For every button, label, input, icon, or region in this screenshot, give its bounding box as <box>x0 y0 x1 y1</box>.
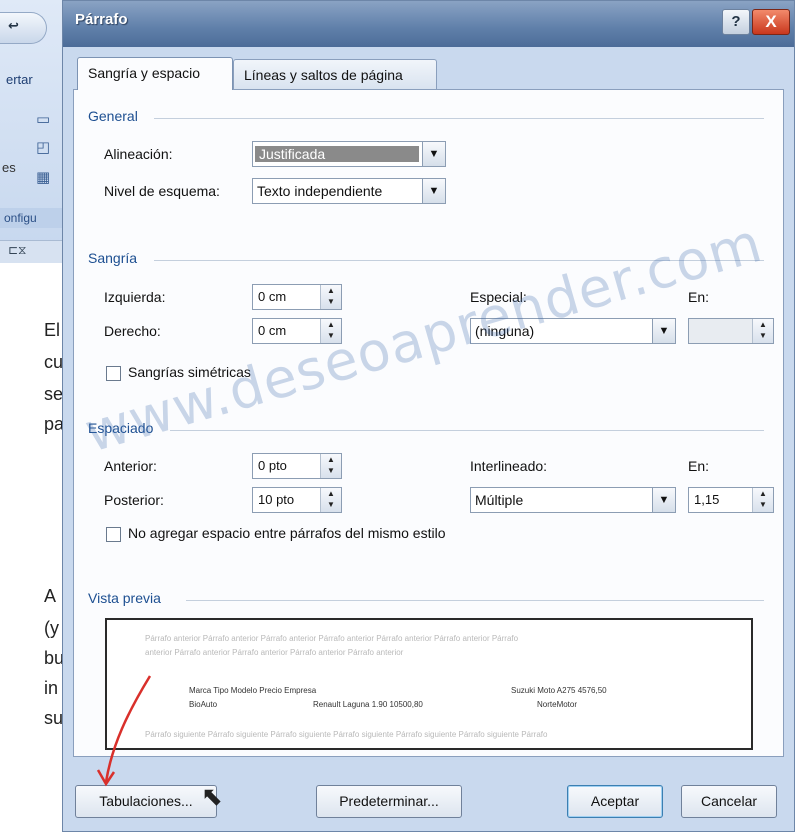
anterior-spinner[interactable]: 0 pto ▲ ▼ <box>252 453 342 479</box>
posterior-value: 10 pto <box>258 492 295 507</box>
spinner-arrows-icon[interactable]: ▲ ▼ <box>752 319 773 343</box>
posterior-spinner[interactable]: 10 pto ▲ ▼ <box>252 487 342 513</box>
ribbon-group-configurar: onfigu <box>0 208 64 228</box>
izquierda-label: Izquierda: <box>104 289 166 305</box>
help-button[interactable]: ? <box>722 9 750 35</box>
alineacion-value: Justificada <box>255 146 419 162</box>
espaciado-en-label: En: <box>688 458 710 474</box>
nivel-esquema-select[interactable]: Texto independiente ▼ <box>252 178 446 204</box>
mouse-cursor-icon: ⬉ <box>201 781 223 811</box>
section-sangria-header: Sangría <box>88 250 138 266</box>
spinner-arrows-icon[interactable]: ▲ ▼ <box>752 488 773 512</box>
spinner-arrows-icon[interactable]: ▲ ▼ <box>320 488 341 512</box>
cancelar-button[interactable]: Cancelar <box>681 785 777 818</box>
anterior-label: Anterior: <box>104 458 157 474</box>
dialog-titlebar[interactable]: Párrafo ? X <box>63 1 794 47</box>
predeterminar-button[interactable]: Predeterminar... <box>316 785 462 818</box>
anterior-value: 0 pto <box>258 458 287 473</box>
preview-row-text: Renault Laguna 1.90 10500,80 <box>313 700 423 709</box>
alineacion-select[interactable]: Justificada ▼ <box>252 141 446 167</box>
chevron-down-icon[interactable]: ▼ <box>652 488 675 512</box>
preview-prev-paragraph: anterior Párrafo anterior Párrafo anteri… <box>145 648 404 657</box>
interlineado-value: Múltiple <box>475 492 524 508</box>
document-text: in <box>44 678 59 698</box>
tab-label: Líneas y saltos de página <box>244 67 403 83</box>
nivel-esquema-label: Nivel de esquema: <box>104 183 220 199</box>
close-button[interactable]: X <box>752 9 790 35</box>
preview-next-paragraph: Párrafo siguiente Párrafo siguiente Párr… <box>145 730 548 739</box>
interlineado-label: Interlineado: <box>470 458 548 474</box>
chevron-down-icon[interactable]: ▼ <box>652 319 675 343</box>
chevron-down-icon[interactable]: ▼ <box>422 179 445 203</box>
sangrias-simetricas-checkbox[interactable] <box>106 366 121 381</box>
section-general-header: General <box>88 108 138 124</box>
sangria-en-spinner[interactable]: ▲ ▼ <box>688 318 774 344</box>
preview-row-text: Marca Tipo Modelo Precio Empresa <box>189 686 317 695</box>
document-text: se <box>44 384 64 404</box>
espaciado-en-value: 1,15 <box>694 492 720 507</box>
vista-previa-box: Párrafo anterior Párrafo anterior Párraf… <box>105 618 753 750</box>
document-text: cu <box>44 352 64 372</box>
document-text: su <box>44 708 64 728</box>
interlineado-select[interactable]: Múltiple ▼ <box>470 487 676 513</box>
margins-icon[interactable]: ◰ <box>36 138 50 156</box>
izquierda-value: 0 cm <box>258 289 287 304</box>
tabulaciones-button[interactable]: Tabulaciones... <box>75 785 217 818</box>
ribbon-tab-insertar[interactable]: ertar <box>6 72 33 87</box>
nivel-esquema-value: Texto independiente <box>257 183 383 199</box>
preview-row-text: Suzuki Moto A275 4576,50 <box>511 686 607 695</box>
preview-row-text: NorteMotor <box>537 700 578 709</box>
no-agregar-espacio-label: No agregar espacio entre párrafos del mi… <box>128 525 446 541</box>
word-window-background: ↩ ertar ▭ ◰ es ▦ onfigu ⊏⧖ El cu se pa A… <box>0 0 65 832</box>
section-divider <box>170 430 764 431</box>
section-divider <box>186 600 764 601</box>
chevron-down-icon[interactable]: ▼ <box>422 142 445 166</box>
quick-access-toolbar[interactable]: ↩ <box>0 12 47 44</box>
tab-lineas-y-saltos[interactable]: Líneas y saltos de página <box>233 59 437 89</box>
derecho-label: Derecho: <box>104 323 161 339</box>
tab-label: Sangría y espacio <box>88 65 201 81</box>
preview-row-text: BioAuto <box>189 700 218 709</box>
section-vista-previa-header: Vista previa <box>88 590 161 606</box>
posterior-label: Posterior: <box>104 492 164 508</box>
undo-icon[interactable]: ↩ <box>8 18 19 34</box>
section-divider <box>154 118 764 119</box>
spinner-arrows-icon[interactable]: ▲ ▼ <box>320 454 341 478</box>
preview-prev-paragraph: Párrafo anterior Párrafo anterior Párraf… <box>145 634 519 643</box>
ribbon-partial-label: es <box>2 160 16 175</box>
ruler-marker-icon[interactable]: ⊏⧖ <box>8 243 26 258</box>
document-text: A <box>44 586 57 606</box>
columns-icon[interactable]: ▦ <box>36 168 50 186</box>
aceptar-button[interactable]: Aceptar <box>567 785 663 818</box>
document-text: (y <box>44 618 59 638</box>
no-agregar-espacio-checkbox[interactable] <box>106 527 121 542</box>
ruler: ⊏⧖ <box>0 240 64 263</box>
document-text: El <box>44 320 61 340</box>
dialog-title: Párrafo <box>75 11 128 28</box>
izquierda-spinner[interactable]: 0 cm ▲ ▼ <box>252 284 342 310</box>
spinner-arrows-icon[interactable]: ▲ ▼ <box>320 285 341 309</box>
tab-sangria-y-espacio[interactable]: Sangría y espacio <box>77 57 233 90</box>
page-layout-icon[interactable]: ▭ <box>36 110 50 128</box>
alineacion-label: Alineación: <box>104 146 173 162</box>
espaciado-en-spinner[interactable]: 1,15 ▲ ▼ <box>688 487 774 513</box>
derecho-value: 0 cm <box>258 323 287 338</box>
